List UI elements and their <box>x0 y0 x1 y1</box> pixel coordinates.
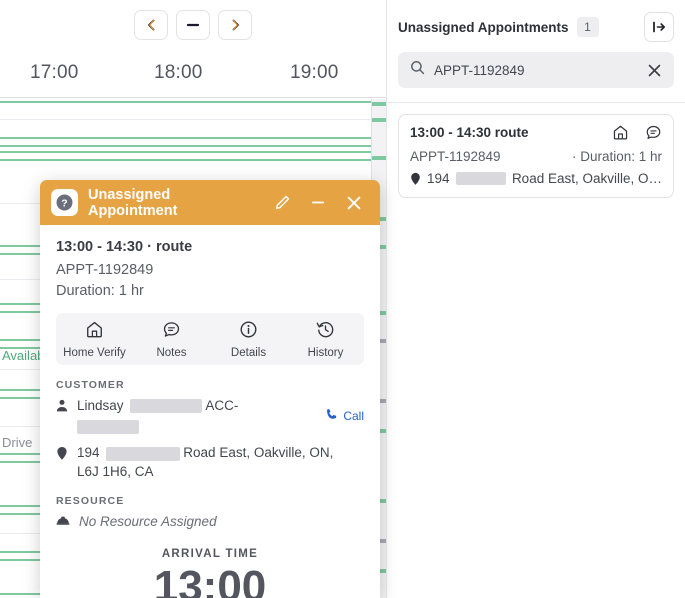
history-button[interactable]: History <box>287 320 364 359</box>
notes-icon <box>162 320 181 344</box>
minimize-icon[interactable] <box>305 190 331 216</box>
customer-account-prefix: ACC- <box>205 398 239 413</box>
modal-header: ? Unassigned Appointment <box>40 180 380 225</box>
timeline-ruler: 17:00 18:00 19:00 <box>0 50 386 98</box>
notes-icon[interactable] <box>645 124 662 141</box>
time-tick-label: 19:00 <box>290 62 339 83</box>
phone-icon <box>325 408 338 424</box>
collapse-timeline-button[interactable] <box>176 10 210 40</box>
modal-appointment-code: APPT-1192849 <box>56 262 154 278</box>
address-line1-suffix: Road East, Oakville, ON, <box>183 445 334 461</box>
resource-section-heading: RESOURCE <box>56 495 125 508</box>
home-verify-button[interactable]: Home Verify <box>56 320 133 359</box>
close-icon[interactable] <box>341 190 367 216</box>
panel-count-badge: 1 <box>576 17 599 37</box>
search-input[interactable] <box>434 62 638 78</box>
details-button[interactable]: Details <box>210 320 287 359</box>
call-link[interactable]: Call <box>325 396 364 434</box>
modal-title: Unassigned Appointment <box>88 186 178 219</box>
redacted-street-name <box>455 172 506 185</box>
home-icon[interactable] <box>612 124 629 141</box>
customer-section-heading: CUSTOMER <box>56 379 125 391</box>
customer-row: Lindsay ACC- Call <box>56 396 364 435</box>
arrival-time-block: ARRIVAL TIME 13:00 <box>56 548 364 598</box>
address-row: 194 Road East, Oakville, ON, L6J 1H6, CA <box>56 443 364 481</box>
address-line2: L6J 1H6, CA <box>77 464 154 480</box>
previous-period-button[interactable] <box>134 10 168 40</box>
card-address-suffix: Road East, Oakville, O… <box>511 171 662 186</box>
search-box[interactable] <box>398 52 674 88</box>
location-pin-icon <box>56 443 68 481</box>
notes-button[interactable]: Notes <box>133 320 210 359</box>
redacted-street-name <box>106 446 181 461</box>
modal-action-bar: Home Verify Notes Details History <box>56 313 364 365</box>
next-period-button[interactable] <box>218 10 252 40</box>
redacted-account-number <box>77 420 139 435</box>
address-street-number: 194 <box>77 445 100 461</box>
address-text: 194 Road East, Oakville, ON, L6J 1H6, CA <box>77 443 364 481</box>
card-appointment-code: APPT-1192849 <box>410 149 501 164</box>
action-label: Home Verify <box>63 346 126 359</box>
search-clear-icon[interactable] <box>647 63 662 78</box>
redacted-last-name <box>130 399 203 414</box>
arrival-time-value: 13:00 <box>153 562 267 598</box>
unassigned-appointment-modal: ? Unassigned Appointment 13:00 - 14:30 ·… <box>40 180 380 598</box>
info-circle-icon <box>239 320 258 344</box>
svg-text:?: ? <box>61 199 67 210</box>
panel-title: Unassigned Appointments <box>398 19 569 35</box>
panel-collapse-icon[interactable] <box>644 12 674 42</box>
panel-divider <box>387 102 685 103</box>
action-label: History <box>307 346 344 359</box>
pencil-icon[interactable] <box>269 190 295 216</box>
resource-row: No Resource Assigned <box>56 512 364 532</box>
modal-body: 13:00 - 14:30 · route APPT-1192849 Durat… <box>40 225 380 598</box>
card-time-range: 13:00 - 14:30 route <box>410 125 529 140</box>
location-pin-icon <box>410 172 421 186</box>
customer-name: Lindsay ACC- <box>77 396 316 435</box>
customer-name-prefix: Lindsay <box>77 398 124 413</box>
resource-value: No Resource Assigned <box>79 514 217 530</box>
search-icon <box>410 60 425 80</box>
modal-duration: Duration: 1 hr <box>56 283 144 299</box>
action-label: Notes <box>156 346 187 359</box>
time-tick-label: 18:00 <box>154 62 203 83</box>
card-duration: · Duration: 1 hr <box>571 149 662 164</box>
call-label: Call <box>343 409 364 424</box>
modal-time-range: 13:00 - 14:30 · route <box>56 239 193 255</box>
time-tick-label: 17:00 <box>30 62 79 83</box>
calendar-toolbar <box>0 0 386 50</box>
unassigned-appointments-panel: Unassigned Appointments 1 13:00 - 14 <box>386 0 685 598</box>
unassigned-appointment-card[interactable]: 13:00 - 14:30 route APPT-1192849 · Durat… <box>398 114 674 198</box>
person-icon <box>56 396 68 434</box>
hard-hat-icon <box>56 512 70 532</box>
action-label: Details <box>230 346 267 359</box>
question-mark-icon: ? <box>51 189 78 216</box>
home-icon <box>85 320 104 344</box>
calendar-row-label-drive: Drive <box>2 435 33 450</box>
history-icon <box>316 320 335 344</box>
arrival-time-label: ARRIVAL TIME <box>161 548 259 561</box>
panel-header: Unassigned Appointments 1 <box>387 0 685 50</box>
card-address-prefix: 194 <box>427 171 450 186</box>
